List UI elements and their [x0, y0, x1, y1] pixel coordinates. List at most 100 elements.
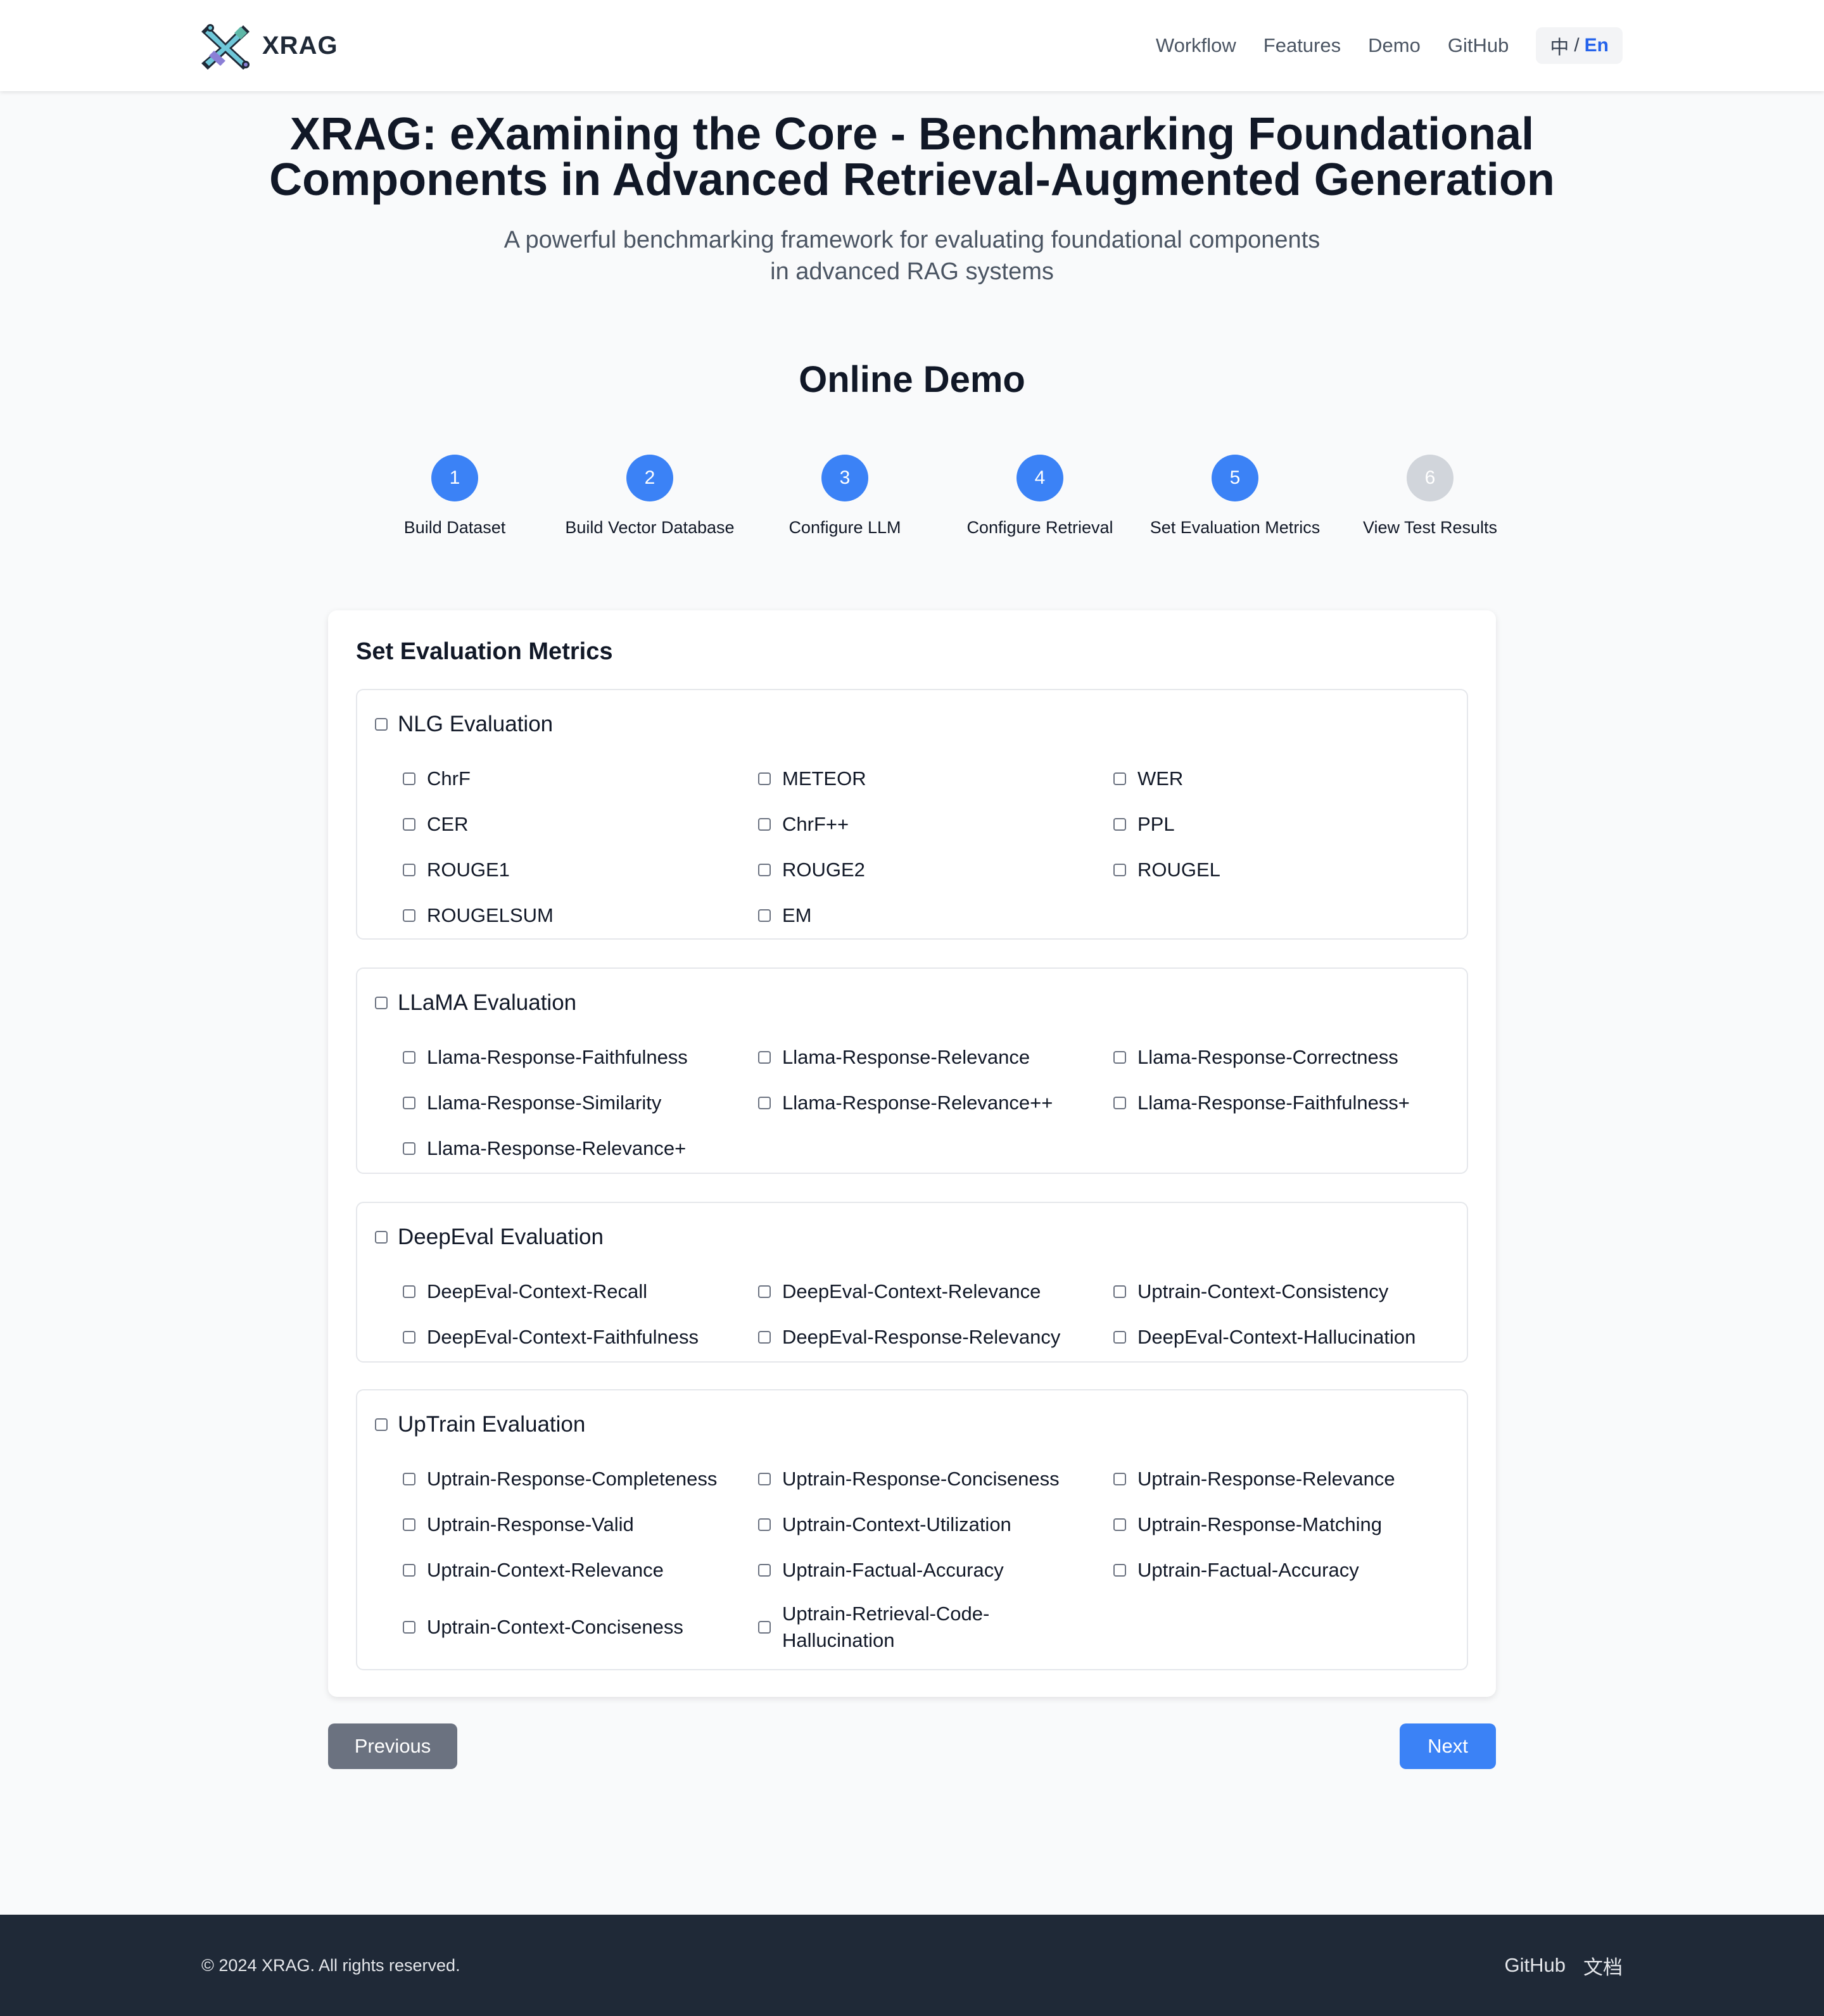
- checkbox-icon[interactable]: [758, 1285, 771, 1298]
- checkbox-icon[interactable]: [758, 818, 771, 831]
- metric-checkbox[interactable]: Uptrain-Factual-Accuracy: [1113, 1547, 1467, 1593]
- checkbox-icon[interactable]: [403, 1621, 415, 1634]
- metric-checkbox[interactable]: Uptrain-Context-Conciseness: [403, 1593, 758, 1661]
- metric-label: CER: [427, 813, 469, 835]
- metric-checkbox[interactable]: Uptrain-Response-Conciseness: [758, 1456, 1113, 1502]
- metric-checkbox[interactable]: ROUGELSUM: [403, 893, 758, 938]
- checkbox-icon[interactable]: [375, 997, 388, 1009]
- metric-checkbox[interactable]: Llama-Response-Similarity: [403, 1080, 758, 1126]
- checkbox-icon[interactable]: [758, 1564, 771, 1577]
- metric-checkbox[interactable]: METEOR: [758, 756, 1113, 802]
- metric-checkbox[interactable]: DeepEval-Context-Faithfulness: [403, 1314, 758, 1360]
- metric-checkbox[interactable]: Uptrain-Response-Matching: [1113, 1502, 1467, 1547]
- group-checkbox-llama[interactable]: LLaMA Evaluation: [375, 990, 576, 1016]
- step-6[interactable]: 6 View Test Results: [1333, 455, 1528, 538]
- step-1[interactable]: 1 Build Dataset: [357, 455, 552, 538]
- checkbox-icon[interactable]: [758, 1331, 771, 1344]
- footer-docs-link[interactable]: 文档: [1583, 1951, 1623, 1980]
- metric-label: Uptrain-Response-Completeness: [427, 1468, 718, 1490]
- checkbox-icon[interactable]: [758, 1097, 771, 1109]
- checkbox-icon[interactable]: [758, 1518, 771, 1531]
- nav-demo-link[interactable]: Demo: [1368, 34, 1421, 57]
- metric-checkbox[interactable]: DeepEval-Context-Hallucination: [1113, 1314, 1467, 1360]
- group-checkbox-uptrain[interactable]: UpTrain Evaluation: [375, 1412, 585, 1437]
- checkbox-icon[interactable]: [758, 1473, 771, 1485]
- metric-checkbox[interactable]: Uptrain-Response-Completeness: [403, 1456, 758, 1502]
- checkbox-icon[interactable]: [403, 1097, 415, 1109]
- metric-label: ChrF++: [782, 813, 849, 835]
- nav-features-link[interactable]: Features: [1264, 34, 1341, 57]
- step-3[interactable]: 3 Configure LLM: [747, 455, 942, 538]
- checkbox-icon[interactable]: [403, 1051, 415, 1064]
- checkbox-icon[interactable]: [403, 1331, 415, 1344]
- checkbox-icon[interactable]: [403, 1473, 415, 1485]
- nav-workflow-link[interactable]: Workflow: [1156, 34, 1236, 57]
- checkbox-icon[interactable]: [403, 1564, 415, 1577]
- checkbox-icon[interactable]: [375, 1418, 388, 1431]
- checkbox-icon[interactable]: [758, 1621, 771, 1634]
- metric-checkbox[interactable]: Llama-Response-Faithfulness: [403, 1035, 758, 1080]
- metric-checkbox[interactable]: Uptrain-Factual-Accuracy: [758, 1547, 1113, 1593]
- nav-github-link[interactable]: GitHub: [1448, 34, 1509, 57]
- checkbox-icon[interactable]: [758, 864, 771, 876]
- metric-checkbox[interactable]: Llama-Response-Faithfulness+: [1113, 1080, 1467, 1126]
- metric-label: Uptrain-Context-Consistency: [1137, 1280, 1389, 1302]
- metric-checkbox[interactable]: DeepEval-Response-Relevancy: [758, 1314, 1113, 1360]
- checkbox-icon[interactable]: [403, 818, 415, 831]
- checkbox-icon[interactable]: [403, 772, 415, 785]
- metric-checkbox[interactable]: Uptrain-Retrieval-Code-Hallucination: [758, 1593, 1113, 1661]
- metric-checkbox[interactable]: Llama-Response-Relevance++: [758, 1080, 1113, 1126]
- metric-label: Llama-Response-Faithfulness+: [1137, 1092, 1410, 1114]
- checkbox-icon[interactable]: [403, 864, 415, 876]
- checkbox-icon[interactable]: [1113, 1097, 1126, 1109]
- step-5[interactable]: 5 Set Evaluation Metrics: [1137, 455, 1333, 538]
- checkbox-icon[interactable]: [1113, 1518, 1126, 1531]
- checkbox-icon[interactable]: [375, 718, 388, 731]
- metric-checkbox[interactable]: DeepEval-Context-Recall: [403, 1269, 758, 1314]
- checkbox-icon[interactable]: [1113, 1331, 1126, 1344]
- checkbox-icon[interactable]: [403, 1518, 415, 1531]
- language-toggle-button[interactable]: 中 / En: [1536, 27, 1623, 64]
- previous-button[interactable]: Previous: [328, 1723, 457, 1769]
- metric-checkbox[interactable]: EM: [758, 893, 1113, 938]
- brand-logo-link[interactable]: XRAG: [201, 20, 338, 71]
- metric-checkbox[interactable]: Uptrain-Context-Consistency: [1113, 1269, 1467, 1314]
- metric-checkbox[interactable]: Llama-Response-Relevance: [758, 1035, 1113, 1080]
- next-button[interactable]: Next: [1400, 1723, 1496, 1769]
- checkbox-icon[interactable]: [1113, 1051, 1126, 1064]
- group-checkbox-nlg[interactable]: NLG Evaluation: [375, 712, 553, 737]
- metric-checkbox[interactable]: ROUGEL: [1113, 847, 1467, 893]
- metric-checkbox[interactable]: Uptrain-Response-Relevance: [1113, 1456, 1467, 1502]
- step-2[interactable]: 2 Build Vector Database: [552, 455, 747, 538]
- checkbox-icon[interactable]: [758, 772, 771, 785]
- checkbox-icon[interactable]: [375, 1231, 388, 1244]
- metric-checkbox[interactable]: Llama-Response-Relevance+: [403, 1126, 758, 1171]
- group-checkbox-deepeval[interactable]: DeepEval Evaluation: [375, 1225, 604, 1250]
- checkbox-icon[interactable]: [1113, 1564, 1126, 1577]
- metric-checkbox[interactable]: ROUGE2: [758, 847, 1113, 893]
- checkbox-icon[interactable]: [1113, 772, 1126, 785]
- checkbox-icon[interactable]: [403, 909, 415, 922]
- metric-checkbox[interactable]: Uptrain-Context-Utilization: [758, 1502, 1113, 1547]
- metric-checkbox[interactable]: Llama-Response-Correctness: [1113, 1035, 1467, 1080]
- checkbox-icon[interactable]: [1113, 818, 1126, 831]
- checkbox-icon[interactable]: [1113, 864, 1126, 876]
- checkbox-icon[interactable]: [1113, 1473, 1126, 1485]
- metric-checkbox[interactable]: Uptrain-Context-Relevance: [403, 1547, 758, 1593]
- step-4[interactable]: 4 Configure Retrieval: [942, 455, 1137, 538]
- checkbox-icon[interactable]: [403, 1142, 415, 1155]
- checkbox-icon[interactable]: [758, 909, 771, 922]
- metric-label: Uptrain-Response-Relevance: [1137, 1468, 1395, 1490]
- metric-checkbox[interactable]: PPL: [1113, 802, 1467, 847]
- metric-checkbox[interactable]: CER: [403, 802, 758, 847]
- metric-checkbox[interactable]: WER: [1113, 756, 1467, 802]
- metric-checkbox[interactable]: Uptrain-Response-Valid: [403, 1502, 758, 1547]
- footer-github-link[interactable]: GitHub: [1505, 1954, 1566, 1977]
- metric-checkbox[interactable]: ChrF: [403, 756, 758, 802]
- metric-checkbox[interactable]: ROUGE1: [403, 847, 758, 893]
- metric-checkbox[interactable]: DeepEval-Context-Relevance: [758, 1269, 1113, 1314]
- checkbox-icon[interactable]: [403, 1285, 415, 1298]
- checkbox-icon[interactable]: [1113, 1285, 1126, 1298]
- checkbox-icon[interactable]: [758, 1051, 771, 1064]
- metric-checkbox[interactable]: ChrF++: [758, 802, 1113, 847]
